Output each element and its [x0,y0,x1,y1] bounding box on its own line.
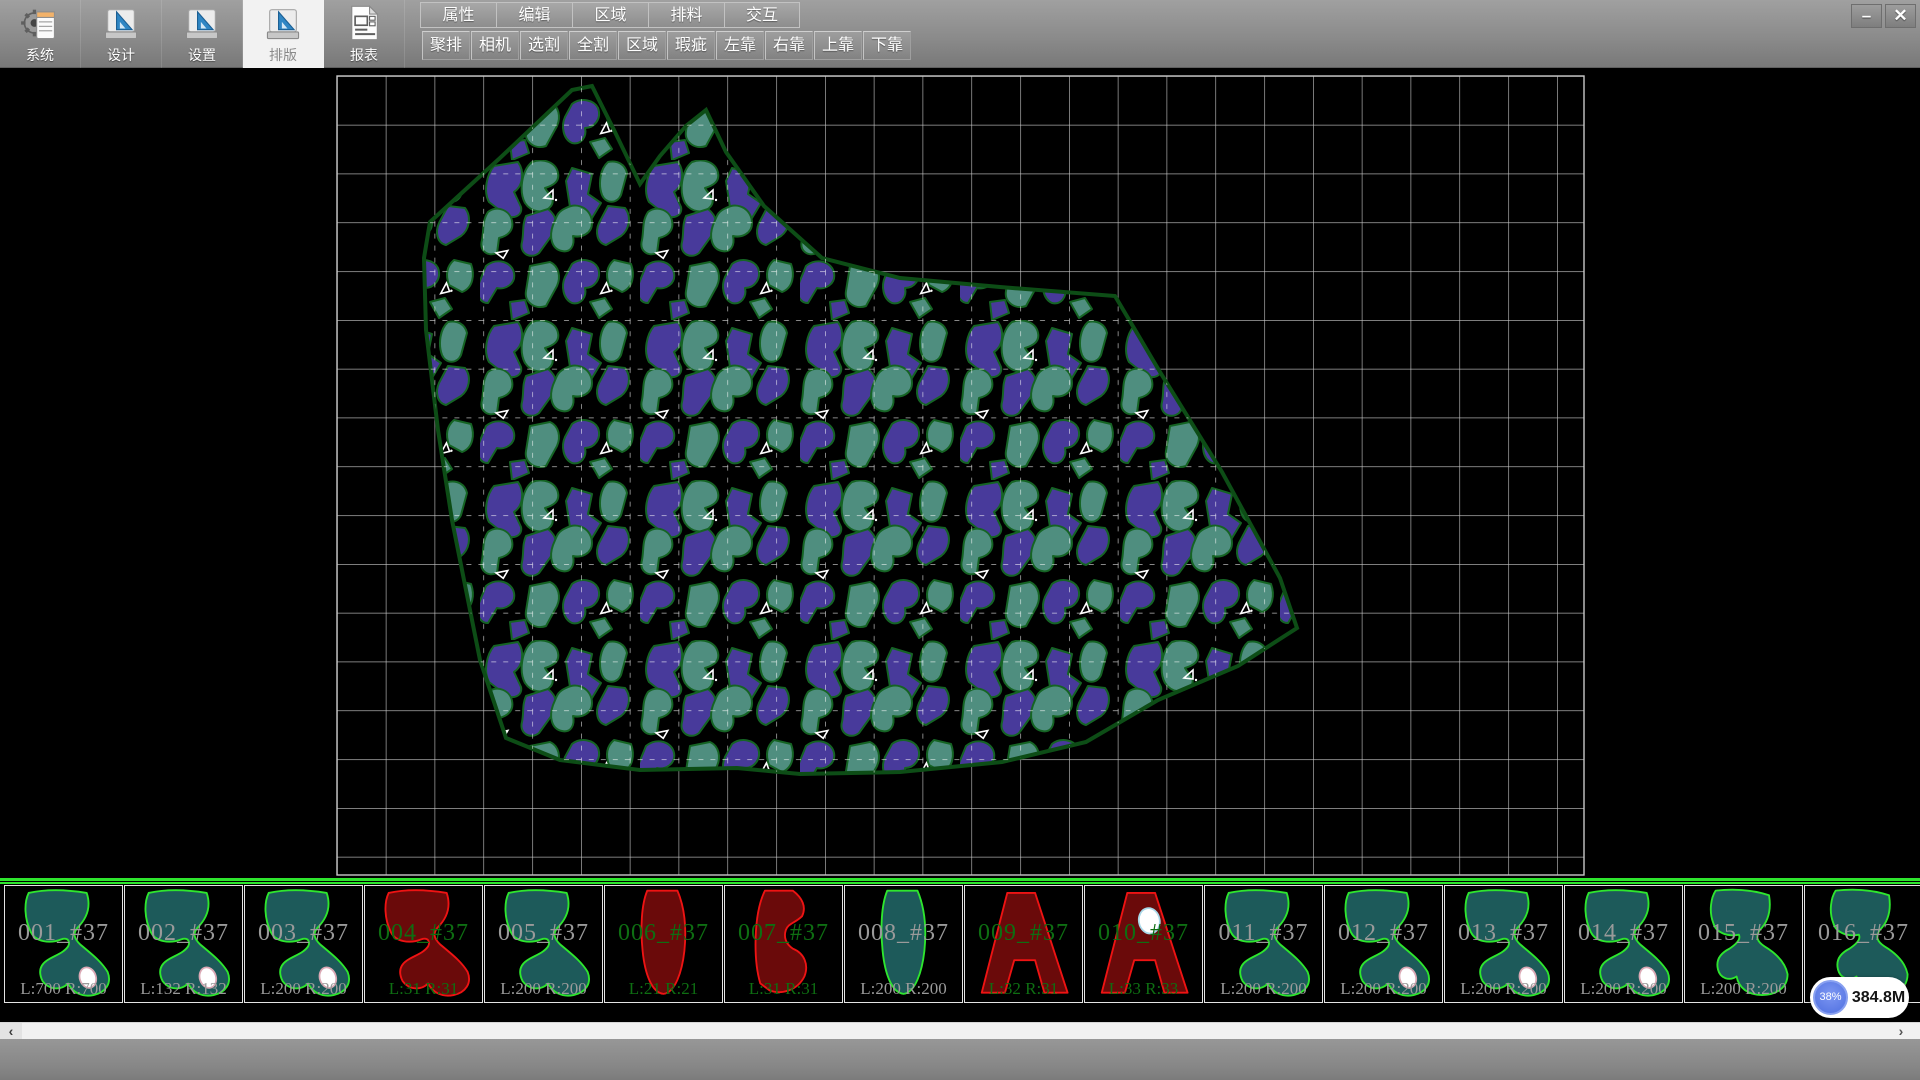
scroll-right-button[interactable]: › [1890,1023,1912,1040]
set-square-icon [186,10,217,39]
piece-count-label: L:132 R:132 [125,979,242,999]
mode-button-排版[interactable]: 排版 [243,0,324,68]
piece-name-label: 011_#37 [1205,920,1322,947]
tool-button[interactable]: 区域 [618,31,666,60]
piece-thumbnail[interactable]: 009_#37 L:32 R:31 [964,885,1083,1003]
set-square-icon [105,10,136,39]
mode-button-系统[interactable]: 系统 [0,0,81,68]
piece-name-label: 002_#37 [125,920,242,947]
piece-name-label: 010_#37 [1085,920,1202,947]
window-controls: – ✕ [1851,4,1916,28]
tool-button-row: 聚排 相机 选割 全割 区域 瑕疵 左靠 右靠 上靠 下靠 [422,31,912,60]
piece-count-label: L:31 R:31 [365,979,482,999]
memory-percent-indicator: 38% [1813,980,1848,1015]
tool-button[interactable]: 上靠 [814,31,862,60]
piece-name-label: 016_#37 [1805,920,1920,947]
piece-thumbnail[interactable]: 014_#37 L:200 R:200 [1564,885,1683,1003]
horizontal-scrollbar[interactable]: ‹ › [0,1022,1920,1040]
piece-count-label: L:33 R:33 [1085,979,1202,999]
menu-tab[interactable]: 排料 [648,2,724,28]
tool-button[interactable]: 相机 [471,31,519,60]
piece-name-label: 004_#37 [365,920,482,947]
piece-count-label: L:200 R:200 [245,979,362,999]
piece-thumbnail[interactable]: 001_#37 L:700 R:700 [4,885,123,1003]
tool-button[interactable]: 全割 [569,31,617,60]
mode-button-设置[interactable]: 设置 [162,0,243,68]
piece-count-label: L:200 R:200 [1205,979,1322,999]
piece-thumbnail[interactable]: 015_#37 L:200 R:200 [1684,885,1803,1003]
report-icon [352,6,378,39]
piece-count-label: L:200 R:200 [1445,979,1562,999]
mode-button-label: 设置 [188,45,216,65]
tool-button[interactable]: 下靠 [863,31,911,60]
mode-button-label: 排版 [269,45,297,65]
close-button[interactable]: ✕ [1885,4,1916,28]
menu-tab[interactable]: 区域 [572,2,648,28]
strip-separator-line-2 [0,882,1920,884]
toolbar: 系统 设计 [0,0,1920,68]
piece-count-label: L:21 R:21 [605,979,722,999]
piece-name-label: 012_#37 [1325,920,1442,947]
piece-count-label: L:200 R:200 [1685,979,1802,999]
piece-thumbnail[interactable]: 010_#37 L:33 R:33 [1084,885,1203,1003]
menu-tab[interactable]: 编辑 [496,2,572,28]
app-window: 系统 设计 [0,0,1920,1080]
piece-thumbnail[interactable]: 011_#37 L:200 R:200 [1204,885,1323,1003]
mode-button-label: 系统 [26,45,54,65]
piece-thumbnail[interactable]: 005_#37 L:200 R:200 [484,885,603,1003]
piece-name-label: 009_#37 [965,920,1082,947]
piece-count-label: L:200 R:200 [845,979,962,999]
piece-name-label: 001_#37 [5,920,122,947]
mode-button-label: 报表 [350,45,378,65]
menu-tab[interactable]: 交互 [724,2,800,28]
piece-count-label: L:31 R:31 [725,979,842,999]
piece-thumbnail[interactable]: 012_#37 L:200 R:200 [1324,885,1443,1003]
menu-tab[interactable]: 属性 [420,2,496,28]
piece-count-label: L:200 R:200 [485,979,602,999]
piece-name-label: 014_#37 [1565,920,1682,947]
piece-thumbnail[interactable]: 002_#37 L:132 R:132 [124,885,243,1003]
piece-count-label: L:700 R:700 [5,979,122,999]
tool-button[interactable]: 选割 [520,31,568,60]
memory-amount-label: 384.8M [1848,989,1909,1007]
mode-button-报表[interactable]: 报表 [324,0,405,68]
piece-count-label: L:32 R:31 [965,979,1082,999]
piece-count-label: L:200 R:200 [1325,979,1442,999]
piece-name-label: 015_#37 [1685,920,1802,947]
scroll-left-button[interactable]: ‹ [0,1023,22,1040]
mode-button-设计[interactable]: 设计 [81,0,162,68]
piece-thumbnail[interactable]: 008_#37 L:200 R:200 [844,885,963,1003]
piece-name-label: 008_#37 [845,920,962,947]
main-mode-buttons: 系统 设计 [0,0,405,68]
piece-name-label: 007_#37 [725,920,842,947]
piece-thumbnail[interactable]: 006_#37 L:21 R:21 [604,885,723,1003]
piece-name-label: 003_#37 [245,920,362,947]
tool-button[interactable]: 右靠 [765,31,813,60]
piece-thumbnail[interactable]: 007_#37 L:31 R:31 [724,885,843,1003]
memory-usage-badge: 38% 384.8M [1810,977,1909,1018]
set-square-icon [267,10,298,39]
tool-button[interactable]: 聚排 [422,31,470,60]
piece-thumbnail-strip: 001_#37 L:700 R:700 002_#37 L:132 R:132 … [0,885,1920,1003]
piece-thumbnail[interactable]: 013_#37 L:200 R:200 [1444,885,1563,1003]
piece-thumbnail[interactable]: 003_#37 L:200 R:200 [244,885,363,1003]
piece-thumbnail[interactable]: 004_#37 L:31 R:31 [364,885,483,1003]
tool-button[interactable]: 左靠 [716,31,764,60]
piece-name-label: 005_#37 [485,920,602,947]
minimize-button[interactable]: – [1851,4,1882,28]
piece-name-label: 006_#37 [605,920,722,947]
status-bar [0,1039,1920,1080]
piece-name-label: 013_#37 [1445,920,1562,947]
strip-separator-line [0,878,1920,881]
menu-tab-row: 属性 编辑 区域 排料 交互 [420,2,800,28]
gear-icon [21,10,54,39]
mode-button-label: 设计 [107,45,135,65]
piece-count-label: L:200 R:200 [1565,979,1682,999]
tool-button[interactable]: 瑕疵 [667,31,715,60]
